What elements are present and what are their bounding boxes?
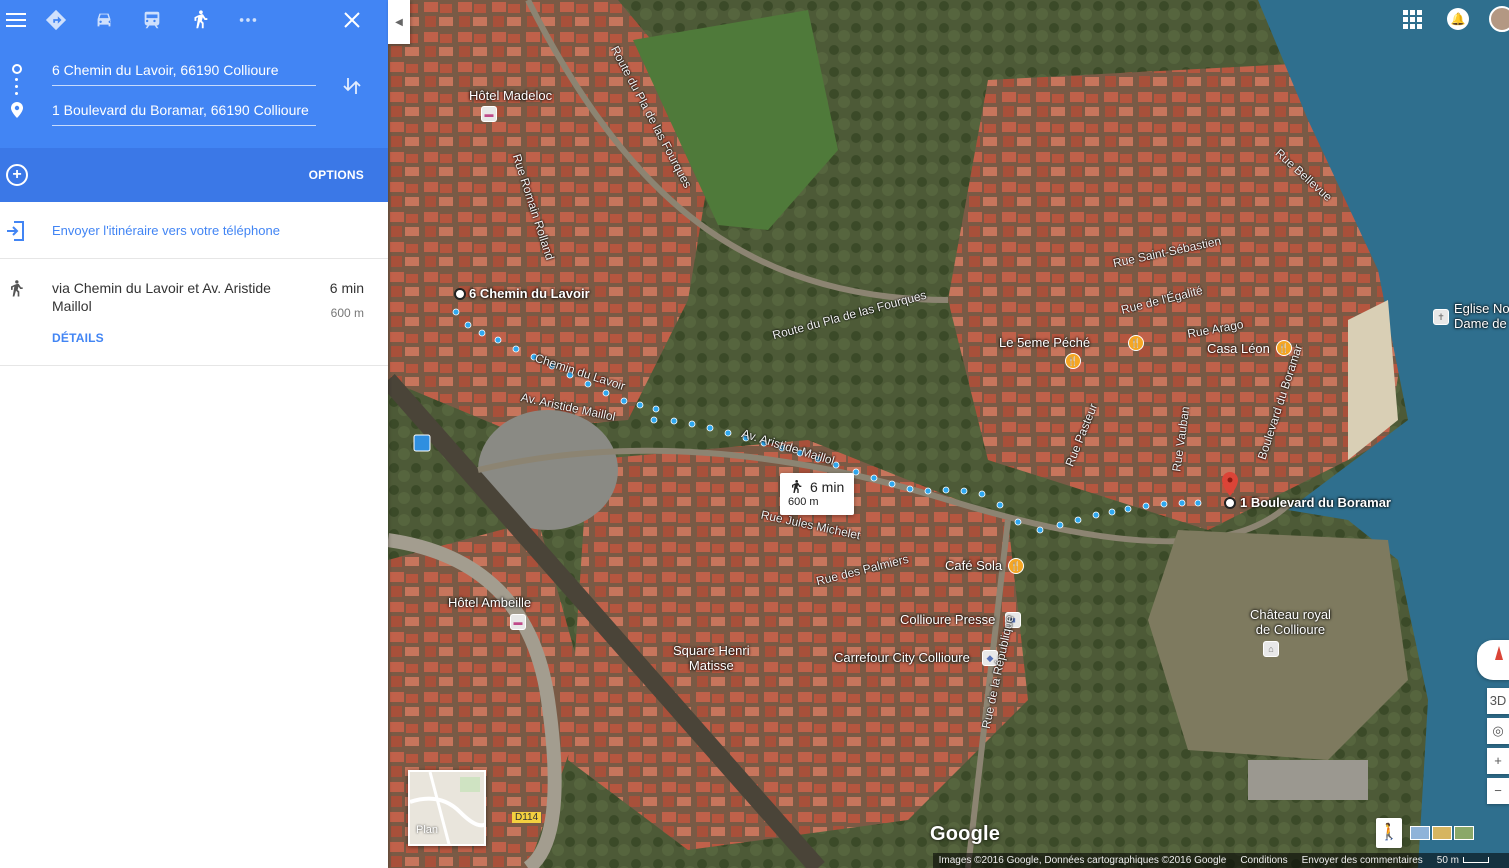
map-controls: 3D ◎ + − <box>1477 640 1509 808</box>
route-duration: 6 min <box>329 280 364 296</box>
mode-transit-button[interactable] <box>128 0 176 40</box>
directions-header <box>0 0 388 148</box>
layer-thumb[interactable] <box>1432 826 1452 840</box>
zoom-out-button[interactable]: − <box>1487 778 1509 804</box>
tilt-3d-button[interactable]: 3D <box>1487 688 1509 714</box>
mode-best-button[interactable] <box>32 0 80 40</box>
feedback-link[interactable]: Envoyer des commentaires <box>1302 855 1423 866</box>
google-logo: Google <box>930 823 1001 845</box>
add-destination-button[interactable]: + <box>6 164 28 186</box>
send-to-device-icon <box>7 221 24 241</box>
train-icon <box>144 11 160 29</box>
church-icon[interactable]: ✝ <box>1433 309 1449 325</box>
place-collioure-presse[interactable]: Collioure Presse <box>900 612 995 627</box>
options-bar: + OPTIONS <box>0 148 388 202</box>
street-view-pegman-icon[interactable]: 🚶 <box>1376 818 1402 848</box>
place-le-5eme-peche[interactable]: Le 5eme Péché <box>999 335 1090 350</box>
destination-pin-icon <box>11 102 23 118</box>
walking-icon <box>194 10 208 29</box>
layer-thumb[interactable] <box>1410 826 1430 840</box>
my-location-button[interactable]: ◎ <box>1487 718 1509 744</box>
start-label[interactable]: 6 Chemin du Lavoir <box>469 286 590 301</box>
place-casa-leon[interactable]: Casa Léon <box>1207 341 1270 356</box>
place-chateau[interactable]: Château royal de Collioure <box>1250 607 1331 637</box>
layers-thumbnails[interactable] <box>1410 822 1474 844</box>
restaurant-icon[interactable]: 🍴 <box>1008 558 1024 574</box>
swap-button[interactable] <box>342 76 362 96</box>
options-button[interactable]: OPTIONS <box>309 168 364 182</box>
monument-icon[interactable]: ⌂ <box>1263 641 1279 657</box>
compass-icon[interactable] <box>1477 640 1509 680</box>
conditions-link[interactable]: Conditions <box>1240 855 1287 866</box>
mode-walk-button[interactable] <box>176 0 224 40</box>
place-hotel-madeloc[interactable]: Hôtel Madeloc <box>469 88 552 103</box>
layer-thumb[interactable] <box>1454 826 1474 840</box>
route-duration-callout[interactable]: 6 min 600 m <box>780 473 854 515</box>
route-via-text: via Chemin du Lavoir et Av. Aristide Mai… <box>52 280 271 314</box>
close-icon <box>344 12 360 28</box>
maps-app: + OPTIONS Envoyer l'itinéraire vers votr… <box>0 0 1509 868</box>
hotel-icon[interactable]: ▬ <box>510 614 526 630</box>
place-hotel-ambeille[interactable]: Hôtel Ambeille <box>448 595 531 610</box>
details-button[interactable]: DÉTAILS <box>52 331 104 345</box>
origin-circle-icon <box>12 64 22 74</box>
route-inputs <box>0 48 388 138</box>
attribution-text: Images ©2016 Google, Données cartographi… <box>938 855 1227 866</box>
menu-button[interactable] <box>0 0 32 40</box>
directions-diamond-icon <box>45 9 67 31</box>
menu-icon <box>6 13 26 27</box>
avatar[interactable] <box>1489 6 1509 32</box>
origin-input[interactable] <box>52 54 316 86</box>
close-directions-button[interactable] <box>340 8 364 32</box>
destination-input[interactable] <box>52 94 316 126</box>
travel-modes <box>0 0 388 40</box>
walking-icon <box>11 280 23 297</box>
send-to-phone-row[interactable]: Envoyer l'itinéraire vers votre téléphon… <box>0 202 388 259</box>
map-footer: Images ©2016 Google, Données cartographi… <box>932 853 1509 868</box>
more-modes-button[interactable] <box>224 0 272 40</box>
restaurant-icon[interactable]: 🍴 <box>1065 353 1081 369</box>
callout-distance: 600 m <box>788 496 819 508</box>
end-label[interactable]: 1 Boulevard du Boramar <box>1240 495 1391 510</box>
directions-panel: + OPTIONS Envoyer l'itinéraire vers votr… <box>0 0 388 868</box>
walking-icon <box>792 480 802 493</box>
place-cafe-sola[interactable]: Café Sola <box>945 558 1002 573</box>
send-to-phone-link[interactable]: Envoyer l'itinéraire vers votre téléphon… <box>52 223 280 238</box>
scale-bar[interactable]: 50 m <box>1437 855 1489 866</box>
satellite-map[interactable]: 6 Chemin du Lavoir 1 Boulevard du Borama… <box>388 0 1509 868</box>
zoom-in-button[interactable]: + <box>1487 748 1509 774</box>
more-horizontal-icon <box>239 18 257 22</box>
route-distance: 600 m <box>330 306 364 320</box>
collapse-panel-button[interactable]: ◀ <box>388 0 410 44</box>
place-eglise[interactable]: Eglise No Dame de <box>1454 301 1509 331</box>
map-type-plan-toggle[interactable]: Plan <box>408 770 486 846</box>
account-bar: 🔔 <box>1401 6 1509 32</box>
plan-label: Plan <box>416 824 439 836</box>
road-number-badge: D114 <box>512 812 542 823</box>
apps-grid-icon[interactable] <box>1401 8 1423 30</box>
place-square-henri[interactable]: Square Henri Matisse <box>673 643 750 673</box>
car-icon <box>97 13 111 27</box>
callout-time: 6 min <box>810 479 845 495</box>
notifications-bell-icon[interactable]: 🔔 <box>1447 8 1469 30</box>
route-option[interactable]: via Chemin du Lavoir et Av. Aristide Mai… <box>0 259 388 366</box>
route-dots-icon <box>15 78 19 100</box>
place-carrefour[interactable]: Carrefour City Collioure <box>834 650 970 665</box>
satellite-imagery <box>388 0 1509 868</box>
mode-car-button[interactable] <box>80 0 128 40</box>
restaurant-icon[interactable]: 🍴 <box>1128 335 1144 351</box>
swap-vertical-icon <box>343 78 361 94</box>
hotel-icon[interactable]: ▬ <box>481 106 497 122</box>
